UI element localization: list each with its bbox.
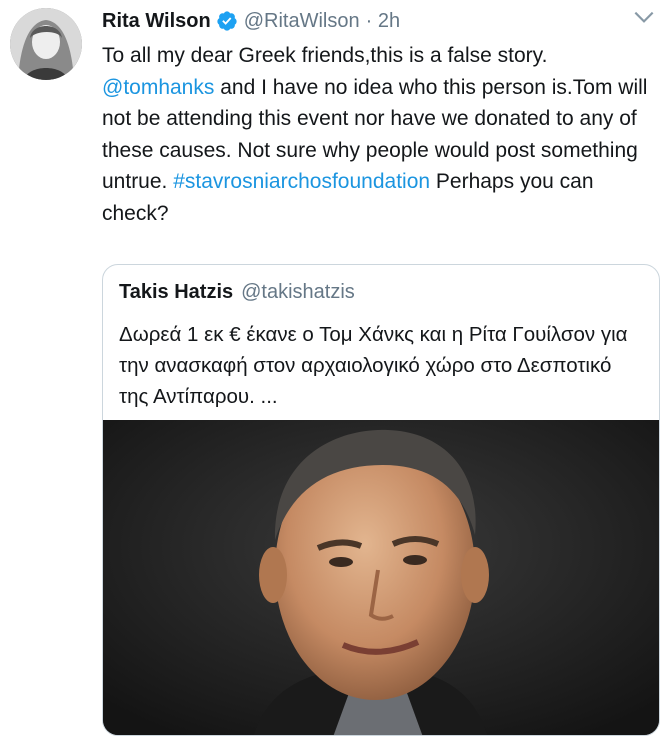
avatar-image bbox=[10, 8, 82, 80]
mention-link[interactable]: @tomhanks bbox=[102, 76, 214, 99]
quoted-tweet-header: Takis Hatzis @takishatzis bbox=[119, 281, 355, 304]
tweet-text-part-1: To all my dear Greek friends,this is a f… bbox=[102, 44, 548, 67]
quoted-tweet-photo[interactable] bbox=[103, 420, 659, 735]
portrait-image bbox=[103, 420, 659, 735]
tweet-header: Rita Wilson @RitaWilson · 2h bbox=[102, 6, 653, 36]
avatar[interactable] bbox=[10, 8, 82, 80]
timestamp[interactable]: · 2h bbox=[366, 10, 400, 33]
quoted-author-handle: @takishatzis bbox=[241, 281, 355, 303]
author-name[interactable]: Rita Wilson bbox=[102, 10, 211, 33]
hashtag-link[interactable]: #stavrosniarchosfoundation bbox=[173, 170, 430, 193]
quoted-tweet-text: Δωρεά 1 εκ € έκανε ο Τομ Χάνκς και η Ρίτ… bbox=[119, 323, 628, 408]
quoted-author-name: Takis Hatzis bbox=[119, 281, 234, 303]
tweet-text: To all my dear Greek friends,this is a f… bbox=[102, 40, 650, 229]
quoted-tweet-card[interactable]: Takis Hatzis @takishatzis Δωρεά 1 εκ € έ… bbox=[102, 264, 660, 736]
verified-badge-icon bbox=[217, 11, 237, 31]
chevron-down-icon[interactable] bbox=[631, 4, 657, 30]
author-handle[interactable]: @RitaWilson bbox=[244, 10, 360, 33]
